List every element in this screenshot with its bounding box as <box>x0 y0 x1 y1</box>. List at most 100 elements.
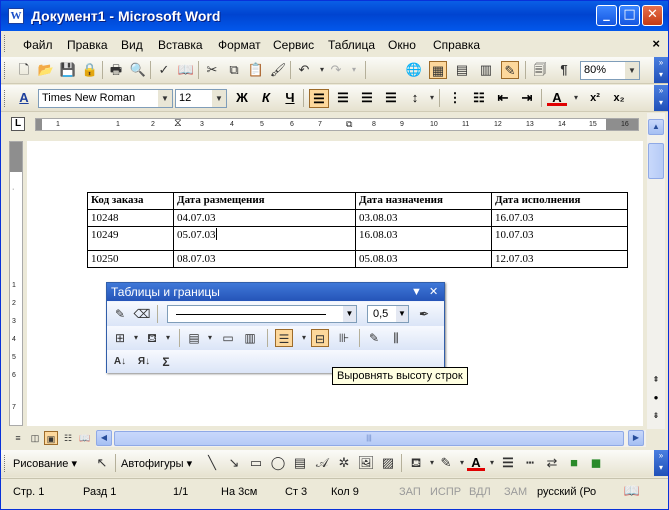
eraser-icon[interactable]: ⌫ <box>133 305 151 323</box>
minimize-button[interactable]: _ <box>596 5 617 26</box>
scroll-up-icon[interactable]: ▲ <box>648 119 664 135</box>
status-overtype[interactable]: ЗАМ <box>504 486 527 498</box>
format-painter-icon[interactable]: 🖌 <box>269 61 287 79</box>
tab-selector[interactable]: L <box>11 117 25 131</box>
select-objects-icon[interactable]: ↖ <box>93 454 111 472</box>
vertical-scrollbar[interactable]: ▲ ⇞ ● ⇟ <box>647 113 665 429</box>
split-cells-icon[interactable]: ▥ <box>241 329 259 347</box>
border-color-icon[interactable]: ✒ <box>415 305 433 323</box>
3d-style-icon[interactable]: ◼ <box>587 454 605 472</box>
web-view-icon[interactable]: ◫ <box>28 431 42 445</box>
scroll-right-icon[interactable]: ▶ <box>628 430 644 446</box>
toolbar-grip[interactable] <box>4 455 7 472</box>
browse-object-icon[interactable]: ● <box>648 391 664 407</box>
table-header-cell[interactable]: Код заказа <box>87 192 174 210</box>
chevron-down-icon[interactable]: ▼ <box>158 90 172 107</box>
menu-table[interactable]: Таблица <box>328 38 375 52</box>
word-doc-icon[interactable]: W <box>8 8 24 24</box>
copy-icon[interactable]: ⧉ <box>225 61 243 79</box>
line-style-icon[interactable]: ☰ <box>499 454 517 472</box>
oval-icon[interactable]: ◯ <box>269 454 287 472</box>
line-style-select[interactable]: ▼ <box>167 305 357 323</box>
menu-help[interactable]: Справка <box>433 38 480 52</box>
horizontal-ruler[interactable]: 1 1 2 ⧖ 3 4 5 6 7 ⧉ 8 9 10 11 12 13 14 1… <box>35 118 639 131</box>
merge-cells-icon[interactable]: ▭ <box>219 329 237 347</box>
print-layout-icon[interactable]: ▣ <box>44 431 58 445</box>
toolbar-options-icon[interactable]: » ▾ <box>654 57 668 83</box>
font-select[interactable]: Times New Roman ▼ <box>38 89 173 108</box>
menu-file[interactable]: Файл <box>23 38 53 52</box>
scroll-left-icon[interactable]: ◀ <box>96 430 112 446</box>
menu-edit[interactable]: Правка <box>67 38 108 52</box>
subscript-button[interactable]: x₂ <box>609 89 629 108</box>
title-bar[interactable]: W Документ1 - Microsoft Word _ □ ✕ <box>1 1 668 31</box>
show-formatting-icon[interactable]: ¶ <box>555 61 573 79</box>
align-icon[interactable]: ☰ <box>275 329 293 347</box>
table-header-cell[interactable]: Дата размещения <box>173 192 356 210</box>
toolbar-options-icon[interactable]: » ▾ <box>654 85 668 111</box>
open-folder-icon[interactable]: 📂 <box>37 61 55 79</box>
underline-button[interactable]: Ч <box>280 89 300 108</box>
draw-menu-button[interactable]: Рисование ▾ <box>13 457 77 470</box>
cut-icon[interactable]: ✂ <box>203 61 221 79</box>
spelling-status-icon[interactable]: 📖 <box>621 483 643 501</box>
wordart-icon[interactable]: 𝒜 <box>313 454 331 472</box>
chevron-down-icon[interactable]: ▼ <box>212 90 226 107</box>
table-cell[interactable]: 10248 <box>87 209 174 227</box>
status-track-changes[interactable]: ИСПР <box>430 486 461 498</box>
document-close-icon[interactable]: × <box>652 36 660 51</box>
close-button[interactable]: ✕ <box>642 5 663 26</box>
status-extend[interactable]: ВДЛ <box>469 486 491 498</box>
align-right-button[interactable]: ☰ <box>357 89 377 108</box>
sort-ascending-icon[interactable]: A↓ <box>111 353 129 371</box>
menu-tools[interactable]: Сервис <box>273 38 314 52</box>
font-color-button[interactable]: A <box>547 89 567 106</box>
sort-descending-icon[interactable]: Я↓ <box>135 353 153 371</box>
font-size-select[interactable]: 12 ▼ <box>175 89 227 108</box>
reading-view-icon[interactable]: 📖 <box>78 431 92 445</box>
table-cell-active[interactable]: 05.07.03 <box>173 226 356 251</box>
draw-table-icon[interactable]: ✎ <box>111 305 129 323</box>
clip-art-icon[interactable]: 🖼 <box>357 454 375 472</box>
document-map-icon[interactable]: 🗐 <box>531 61 549 79</box>
arrow-style-icon[interactable]: ⇄ <box>543 454 561 472</box>
line-spacing-button[interactable]: ↕ <box>405 89 425 108</box>
normal-view-icon[interactable]: ≡ <box>11 431 25 445</box>
table-cell[interactable]: 04.07.03 <box>173 209 356 227</box>
chevron-down-icon[interactable]: ▼ <box>396 306 408 322</box>
status-record[interactable]: ЗАП <box>399 486 421 498</box>
maximize-button[interactable]: □ <box>619 5 640 26</box>
toolbar-options-icon[interactable]: » ▾ <box>654 450 668 476</box>
chevron-down-icon[interactable]: ▾ <box>567 89 585 107</box>
superscript-button[interactable]: x² <box>585 89 605 108</box>
numbering-button[interactable]: ⋮ <box>445 89 465 108</box>
menu-grip[interactable] <box>4 35 7 52</box>
hyperlink-icon[interactable]: 🌐 <box>405 61 423 79</box>
menu-window[interactable]: Окно <box>388 38 416 52</box>
permission-icon[interactable]: 🔒 <box>81 61 99 79</box>
table-header-cell[interactable]: Дата назначения <box>355 192 492 210</box>
italic-button[interactable]: К <box>256 89 276 108</box>
table-cell[interactable]: 16.08.03 <box>355 226 492 251</box>
menu-insert[interactable]: Вставка <box>158 38 203 52</box>
zoom-select[interactable]: 80% ▼ <box>580 61 640 80</box>
print-preview-icon[interactable]: 🔍 <box>129 61 147 79</box>
scroll-thumb[interactable] <box>648 143 664 179</box>
align-center-button[interactable]: ☰ <box>333 89 353 108</box>
justify-button[interactable]: ☰ <box>381 89 401 108</box>
table-autoformat-icon[interactable]: ✎ <box>365 329 383 347</box>
insert-excel-icon[interactable]: ▥ <box>477 61 495 79</box>
save-icon[interactable]: 💾 <box>59 61 77 79</box>
align-left-button[interactable]: ☰ <box>309 89 329 108</box>
redo-icon[interactable]: ↷ <box>327 61 345 79</box>
table-cell[interactable]: 08.07.03 <box>173 250 356 268</box>
table-cell[interactable]: 05.08.03 <box>355 250 492 268</box>
styles-icon[interactable]: A <box>15 89 33 107</box>
vertical-ruler[interactable]: · 1 2 3 4 5 6 7 <box>9 141 23 426</box>
tables-borders-icon[interactable]: ▦ <box>429 61 447 79</box>
dash-style-icon[interactable]: ┅ <box>521 454 539 472</box>
print-icon[interactable]: 🖶 <box>107 61 125 79</box>
first-line-indent-marker[interactable]: ⧖ <box>174 118 182 129</box>
rectangle-icon[interactable]: ▭ <box>247 454 265 472</box>
next-page-icon[interactable]: ⇟ <box>648 409 664 425</box>
